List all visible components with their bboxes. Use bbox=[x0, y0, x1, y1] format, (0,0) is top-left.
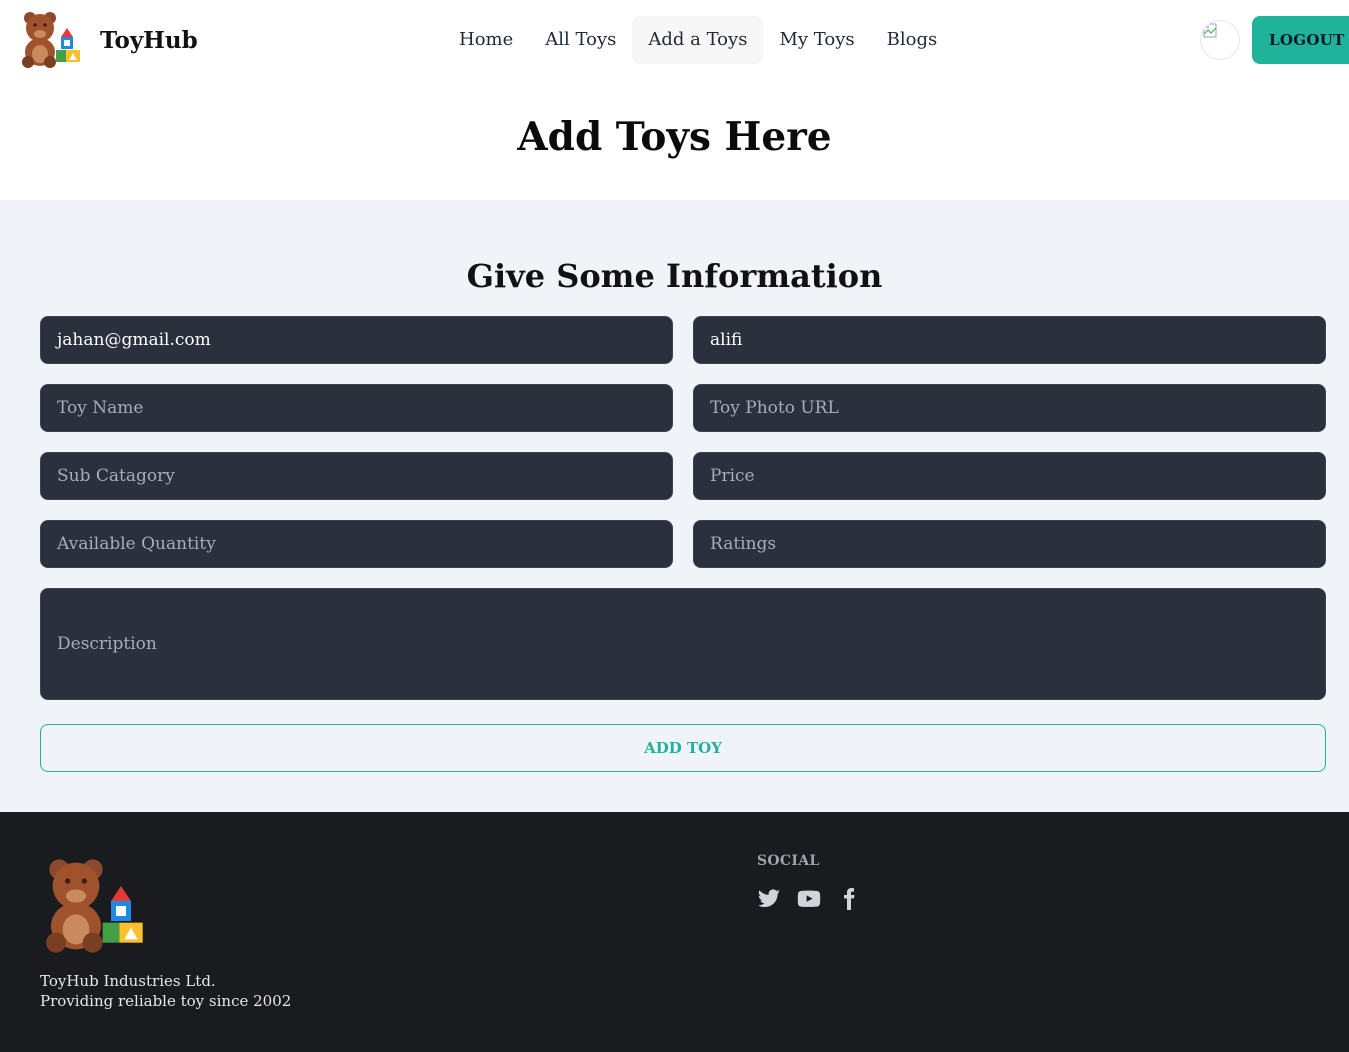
broken-image-icon bbox=[1203, 23, 1217, 38]
seller-email-value: jahan@gmail.com bbox=[57, 330, 211, 350]
footer-company-tagline: Providing reliable toy since 2002 bbox=[40, 992, 292, 1010]
sub-category-input[interactable]: Sub Catagory bbox=[40, 452, 673, 500]
brand-name: ToyHub bbox=[100, 26, 198, 54]
navbar: ToyHub Home All Toys Add a Toys My Toys … bbox=[0, 0, 1349, 80]
teddy-bear-logo-icon bbox=[22, 12, 80, 68]
nav-item-all-toys[interactable]: All Toys bbox=[529, 16, 632, 64]
footer-company-name: ToyHub Industries Ltd. bbox=[40, 972, 216, 990]
price-placeholder: Price bbox=[710, 466, 755, 486]
seller-email-input[interactable]: jahan@gmail.com bbox=[40, 316, 673, 364]
user-avatar[interactable] bbox=[1200, 20, 1240, 60]
add-toy-button[interactable]: ADD TOY bbox=[40, 724, 1326, 772]
toy-name-placeholder: Toy Name bbox=[57, 398, 144, 418]
footer: ToyHub Industries Ltd. Providing reliabl… bbox=[0, 812, 1349, 1052]
ratings-placeholder: Ratings bbox=[710, 534, 777, 554]
teddy-bear-logo-icon bbox=[46, 859, 143, 953]
price-input[interactable]: Price bbox=[693, 452, 1326, 500]
logout-button[interactable]: LOGOUT bbox=[1252, 16, 1349, 64]
nav-item-home[interactable]: Home bbox=[443, 16, 529, 64]
social-title: SOCIAL bbox=[757, 853, 820, 869]
toy-photo-url-input[interactable]: Toy Photo URL bbox=[693, 384, 1326, 432]
footer-company-info: ToyHub Industries Ltd. Providing reliabl… bbox=[40, 971, 291, 1011]
social-links bbox=[757, 887, 861, 911]
seller-name-input[interactable]: alifi bbox=[693, 316, 1326, 364]
ratings-input[interactable]: Ratings bbox=[693, 520, 1326, 568]
nav-item-my-toys[interactable]: My Toys bbox=[763, 16, 870, 64]
nav-item-blogs[interactable]: Blogs bbox=[871, 16, 954, 64]
add-toy-form: Give Some Information jahan@gmail.com al… bbox=[0, 200, 1349, 812]
description-textarea[interactable]: Description bbox=[40, 588, 1326, 700]
twitter-icon[interactable] bbox=[757, 887, 781, 911]
nav-menu: Home All Toys Add a Toys My Toys Blogs bbox=[443, 16, 953, 64]
form-heading: Give Some Information bbox=[466, 257, 883, 295]
youtube-icon[interactable] bbox=[797, 887, 821, 911]
page-title: Add Toys Here bbox=[517, 114, 832, 160]
toy-name-input[interactable]: Toy Name bbox=[40, 384, 673, 432]
available-quantity-input[interactable]: Available Quantity bbox=[40, 520, 673, 568]
description-placeholder: Description bbox=[57, 634, 157, 654]
sub-category-placeholder: Sub Catagory bbox=[57, 466, 175, 486]
seller-name-value: alifi bbox=[710, 330, 743, 350]
facebook-icon[interactable] bbox=[837, 887, 861, 911]
toy-photo-url-placeholder: Toy Photo URL bbox=[710, 398, 839, 418]
available-quantity-placeholder: Available Quantity bbox=[57, 534, 216, 554]
nav-item-add-a-toys[interactable]: Add a Toys bbox=[632, 16, 764, 64]
brand[interactable]: ToyHub bbox=[20, 10, 198, 70]
